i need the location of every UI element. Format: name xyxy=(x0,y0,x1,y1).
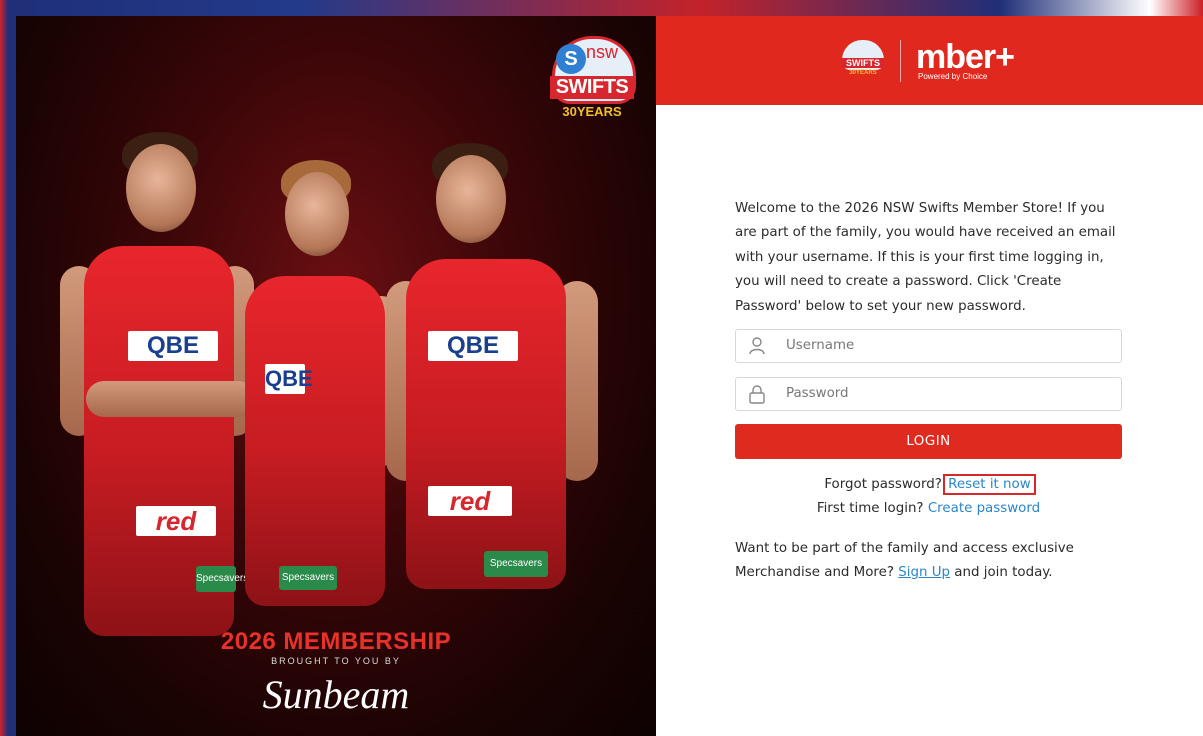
player-right-red-logo: red xyxy=(428,486,512,516)
lock-icon xyxy=(748,384,766,404)
first-time-login-text: First time login? xyxy=(816,501,924,516)
login-button[interactable]: LOGIN xyxy=(735,424,1122,459)
header-divider xyxy=(900,40,901,82)
header-years-text: 30YEARS xyxy=(849,70,877,76)
username-input[interactable] xyxy=(786,330,1111,360)
player-middle-qbe-logo: QBE xyxy=(265,364,313,394)
player-right-specsavers: Specsavers xyxy=(484,551,548,577)
player-left-red-logo: red xyxy=(136,506,216,536)
player-left-specsavers: Specsavers xyxy=(196,566,248,592)
header-swifts-logo: SWIFTS 30YEARS xyxy=(842,40,884,80)
password-field[interactable] xyxy=(735,377,1122,411)
first-time-login-line: First time login? Create password xyxy=(735,501,1122,516)
logo-nsw-text: nsw xyxy=(586,42,619,62)
signup-suffix: and join today. xyxy=(954,565,1053,581)
login-panel: SWIFTS 30YEARS mber+ Powered by Choice W… xyxy=(656,16,1203,736)
user-icon xyxy=(748,336,766,356)
signup-link[interactable]: Sign Up xyxy=(898,565,950,580)
membership-title: 2026 MEMBERSHIP xyxy=(220,628,452,655)
sunbeam-logo: Sunbeam xyxy=(262,672,410,717)
player-right-qbe-logo: QBE xyxy=(428,331,518,361)
signup-message: Want to be part of the family and access… xyxy=(735,537,1127,586)
header-swifts-text: SWIFTS xyxy=(842,58,884,68)
welcome-message: Welcome to the 2026 NSW Swifts Member St… xyxy=(735,201,1116,314)
reset-password-link[interactable]: Reset it now xyxy=(943,474,1036,495)
logo-years-text: 30YEARS xyxy=(562,104,622,119)
create-password-link[interactable]: Create password xyxy=(928,501,1040,516)
mber-tagline: Powered by Choice xyxy=(918,72,988,81)
mber-logo: mber+ xyxy=(916,38,1015,76)
logo-swifts-text: SWIFTS xyxy=(550,76,634,99)
hero-image-panel: S nsw SWIFTS 30YEARS QBE red Specsavers … xyxy=(16,16,656,736)
brought-to-you-by: BROUGHT TO YOU BY xyxy=(271,656,401,666)
forgot-password-text: Forgot password? xyxy=(824,477,942,492)
player-left-qbe-logo: QBE xyxy=(128,331,218,361)
username-field[interactable] xyxy=(735,329,1122,363)
header-bar: SWIFTS 30YEARS mber+ Powered by Choice xyxy=(656,16,1203,105)
forgot-password-line: Forgot password? Reset it now xyxy=(735,474,1122,495)
player-middle-specsavers: Specsavers xyxy=(279,566,337,590)
nsw-swifts-logo: S nsw SWIFTS 30YEARS xyxy=(546,36,636,131)
password-input[interactable] xyxy=(786,378,1111,408)
